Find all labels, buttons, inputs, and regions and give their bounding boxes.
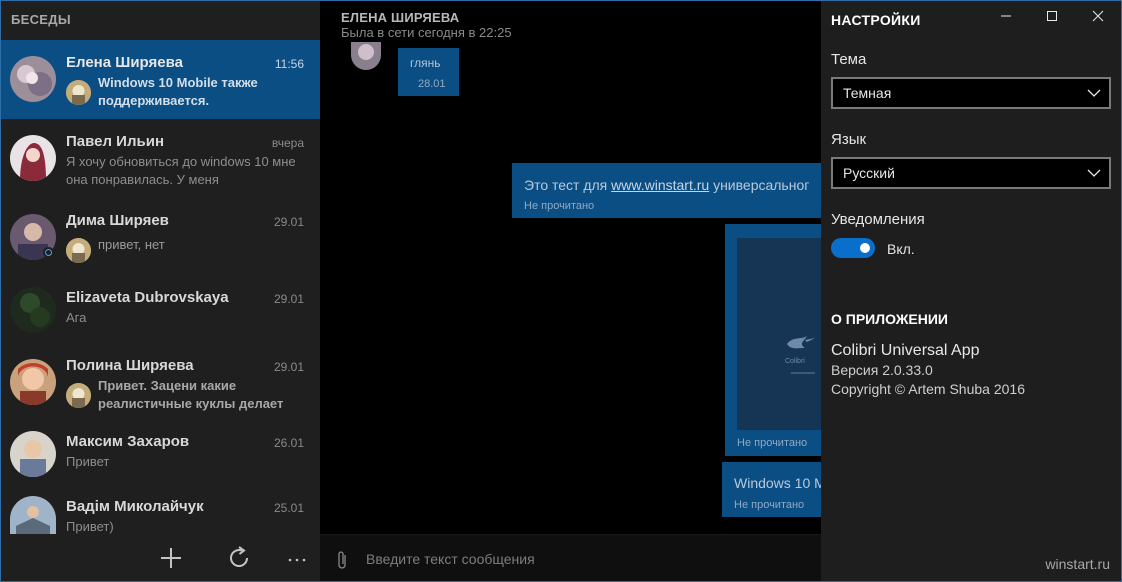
conversation-time: 26.01 bbox=[273, 436, 304, 450]
avatar bbox=[10, 56, 56, 102]
message-text: Это тест для www.winstart.ru универсальн… bbox=[524, 177, 809, 193]
conversation-preview: Я хочу обновиться до windows 10 мне она … bbox=[66, 154, 296, 187]
message-input[interactable] bbox=[366, 547, 806, 571]
avatar bbox=[10, 496, 56, 534]
toggle-knob bbox=[860, 243, 870, 253]
conversation-time: вчера bbox=[271, 136, 304, 150]
chat-contact-name: ЕЛЕНА ШИРЯЕВА bbox=[341, 10, 460, 25]
message-bubble[interactable]: Colibri Не прочитано bbox=[725, 224, 821, 456]
conversation-name: Павел Ильин bbox=[66, 133, 164, 150]
conversation-preview: Windows 10 Mobile также поддерживается. bbox=[98, 75, 258, 108]
conversation-preview: Привет bbox=[66, 454, 110, 469]
conversation-item[interactable]: Elizaveta Dubrovskaya 29.01 Ага bbox=[0, 277, 320, 343]
theme-value: Темная bbox=[843, 85, 892, 101]
conversation-name: Максим Захаров bbox=[66, 433, 190, 450]
app-name: Colibri Universal App bbox=[831, 342, 980, 359]
mini-avatar bbox=[66, 383, 91, 408]
theme-label: Тема bbox=[831, 51, 867, 68]
message-text-part: универсальног bbox=[709, 177, 810, 193]
conversation-item[interactable]: Максим Захаров 26.01 Привет bbox=[0, 423, 320, 488]
conversation-preview: Привет. Зацени какие реалистичные куклы … bbox=[98, 378, 284, 411]
conversation-item[interactable]: Дима Ширяев 29.01 привет, нет bbox=[0, 198, 320, 277]
avatar bbox=[10, 431, 56, 477]
window-border bbox=[0, 0, 1, 582]
language-select[interactable]: Русский bbox=[831, 157, 1111, 189]
window-border bbox=[0, 0, 1122, 1]
app-copyright: Copyright © Artem Shuba 2016 bbox=[831, 381, 1025, 397]
theme-select[interactable]: Темная bbox=[831, 77, 1111, 109]
maximize-icon[interactable] bbox=[1039, 6, 1065, 26]
conversation-preview: привет, нет bbox=[98, 237, 165, 252]
watermark: winstart.ru bbox=[1045, 556, 1110, 572]
message-bubble[interactable]: Это тест для www.winstart.ru универсальн… bbox=[512, 163, 821, 218]
sidebar-toolbar bbox=[0, 534, 320, 582]
avatar bbox=[10, 359, 56, 405]
bird-icon bbox=[781, 330, 821, 360]
avatar bbox=[351, 42, 381, 70]
plus-icon[interactable] bbox=[157, 544, 185, 572]
minimize-icon[interactable] bbox=[993, 6, 1019, 26]
mini-avatar bbox=[66, 80, 91, 105]
avatar bbox=[10, 135, 56, 181]
message-meta: Не прочитано bbox=[734, 499, 805, 511]
conversation-time: 29.01 bbox=[273, 360, 304, 374]
settings-panel: НАСТРОЙКИ Тема Темная Язык Русский Уведо… bbox=[821, 0, 1122, 582]
conversation-name: Елена Ширяева bbox=[66, 54, 183, 71]
message-bubble[interactable]: Windows 10 M Не прочитано bbox=[722, 462, 821, 517]
conversation-item[interactable]: Павел Ильин вчера Я хочу обновиться до w… bbox=[0, 119, 320, 198]
message-meta: Не прочитано bbox=[524, 200, 595, 212]
sidebar-title: БЕСЕДЫ bbox=[11, 12, 71, 27]
mini-avatar bbox=[66, 238, 91, 263]
online-indicator bbox=[43, 247, 54, 258]
conversation-item[interactable]: Полина Ширяева 29.01 Привет. Зацени каки… bbox=[0, 343, 320, 423]
about-title: О ПРИЛОЖЕНИИ bbox=[831, 311, 948, 327]
paperclip-icon[interactable] bbox=[334, 549, 350, 571]
conversations-sidebar: БЕСЕДЫ Елена Ширяева 11:56 Windows 10 Mo… bbox=[0, 0, 320, 582]
message-link[interactable]: www.winstart.ru bbox=[611, 177, 709, 193]
app-version: Версия 2.0.33.0 bbox=[831, 362, 933, 378]
conversation-item[interactable]: Елена Ширяева 11:56 Windows 10 Mobile та… bbox=[0, 40, 320, 119]
conversation-list: Елена Ширяева 11:56 Windows 10 Mobile та… bbox=[0, 40, 320, 548]
conversation-time: 25.01 bbox=[273, 501, 304, 515]
language-label: Язык bbox=[831, 131, 867, 148]
close-icon[interactable] bbox=[1085, 6, 1111, 26]
chat-contact-status: Была в сети сегодня в 22:25 bbox=[341, 25, 512, 40]
more-icon[interactable] bbox=[283, 544, 311, 572]
conversation-preview: Ага bbox=[66, 310, 87, 325]
refresh-icon[interactable] bbox=[225, 544, 253, 572]
conversation-time: 29.01 bbox=[273, 215, 304, 229]
message-bubble[interactable]: глянь 28.01 bbox=[398, 48, 459, 96]
conversation-time: 11:56 bbox=[274, 57, 304, 71]
message-meta: 28.01 bbox=[418, 78, 446, 90]
message-text: Windows 10 M bbox=[734, 475, 821, 491]
divider bbox=[791, 372, 815, 374]
message-text-part: Это тест для bbox=[524, 177, 612, 193]
avatar bbox=[10, 287, 56, 333]
conversation-name: Вадім Миколайчук bbox=[66, 498, 204, 515]
message-compose-bar bbox=[320, 534, 821, 582]
conversation-name: Полина Ширяева bbox=[66, 357, 194, 374]
conversation-time: 29.01 bbox=[273, 292, 304, 306]
settings-title: НАСТРОЙКИ bbox=[831, 12, 921, 28]
conversation-name: Дима Ширяев bbox=[66, 212, 169, 229]
chevron-down-icon bbox=[1087, 86, 1101, 100]
conversation-name: Elizaveta Dubrovskaya bbox=[66, 289, 229, 306]
notifications-toggle[interactable] bbox=[831, 238, 875, 258]
chevron-down-icon bbox=[1087, 166, 1101, 180]
message-meta: Не прочитано bbox=[737, 437, 808, 449]
notifications-state: Вкл. bbox=[887, 241, 915, 257]
image-caption: Colibri bbox=[785, 358, 805, 365]
message-text: глянь bbox=[410, 56, 441, 70]
language-value: Русский bbox=[843, 165, 895, 181]
message-image[interactable]: Colibri bbox=[737, 238, 821, 430]
chat-panel: ЕЛЕНА ШИРЯЕВА Была в сети сегодня в 22:2… bbox=[320, 0, 821, 582]
notifications-label: Уведомления bbox=[831, 211, 925, 228]
